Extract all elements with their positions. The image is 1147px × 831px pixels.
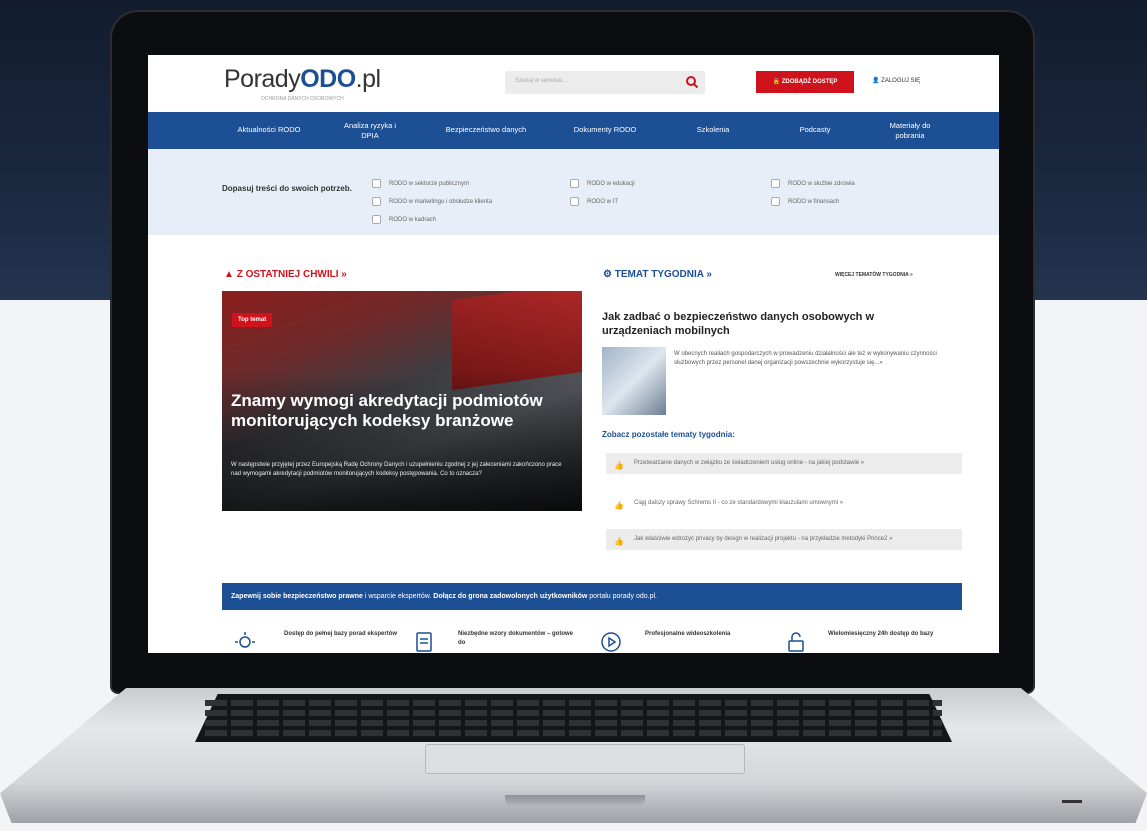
- top-topic-badge: Top temat: [232, 313, 273, 327]
- user-icon: 👤: [872, 78, 880, 84]
- checkbox-icon[interactable]: [372, 179, 381, 188]
- nav-item-aktualnosci[interactable]: Aktualności RODO: [226, 125, 312, 135]
- key-row: [205, 720, 942, 726]
- filter-checkbox[interactable]: RODO w sektorze publicznym: [372, 179, 469, 188]
- banner-strong: Dołącz do grona zadowolonych użytkownikó…: [433, 593, 588, 600]
- nav-item-podcasty[interactable]: Podcasty: [785, 125, 845, 135]
- logo-tagline: OCHRONA DANYCH OSOBOWYCH: [261, 96, 344, 102]
- checkbox-icon[interactable]: [372, 197, 381, 206]
- filter-label: RODO w służbie zdrowia: [788, 181, 855, 188]
- laptop-screen: PoradyODO.pl OCHRONA DANYCH OSOBOWYCH Sz…: [148, 55, 999, 653]
- other-topic-item[interactable]: 👍 Jak właściwie wdrożyć privacy by design…: [606, 529, 962, 550]
- search-placeholder: Szukaj w serwisie...: [515, 78, 568, 84]
- lightbulb-icon: [235, 632, 255, 648]
- checkbox-icon[interactable]: [771, 179, 780, 188]
- lid-notch: [505, 795, 645, 807]
- topic-thumbnail[interactable]: [602, 347, 666, 415]
- filter-title: Dopasuj treści do swoich potrzeb.: [222, 184, 352, 193]
- thumbs-up-icon: 👍: [614, 461, 624, 470]
- main-nav: Aktualności RODO Analiza ryzyka i DPIA B…: [148, 112, 999, 149]
- filter-checkbox[interactable]: RODO w IT: [570, 197, 618, 206]
- filter-label: RODO w IT: [587, 199, 618, 206]
- get-access-label: ZDOBĄDŹ DOSTĘP: [781, 79, 838, 85]
- filter-label: RODO w sektorze publicznym: [389, 181, 470, 188]
- filter-label: RODO w finansach: [788, 199, 840, 206]
- feature-text: Niezbędne wzory dokumentów – gotowe do: [458, 631, 574, 646]
- filter-label: RODO w marketingu i obsłudze klienta: [389, 199, 493, 206]
- topic-article-excerpt: W obecnych realiach gospodarczych w prow…: [674, 351, 937, 366]
- warning-icon: ▲: [224, 269, 234, 280]
- nav-item-dokumenty[interactable]: Dokumenty RODO: [560, 125, 650, 135]
- logo-tld: .pl: [355, 65, 381, 93]
- nav-item-materialy[interactable]: Materiały do pobrania: [875, 121, 945, 141]
- trackpad: [425, 744, 745, 774]
- site-logo[interactable]: PoradyODO.pl: [224, 65, 381, 94]
- nav-item-analiza[interactable]: Analiza ryzyka i DPIA: [335, 121, 405, 141]
- filter-checkbox[interactable]: RODO w marketingu i obsłudze klienta: [372, 197, 492, 206]
- gear-icon: ⚙: [603, 269, 612, 280]
- checkbox-icon[interactable]: [372, 215, 381, 224]
- banner-text: portalu porady odo.pl.: [587, 593, 657, 600]
- topic-heading[interactable]: ⚙ TEMAT TYGODNIA »: [603, 269, 712, 280]
- key-row: [205, 730, 942, 736]
- logo-brand: ODO: [300, 65, 356, 93]
- filter-checkbox[interactable]: RODO w służbie zdrowia: [771, 179, 855, 188]
- search-icon[interactable]: [685, 75, 699, 89]
- filter-label: RODO w edukacji: [587, 181, 635, 188]
- checkbox-icon[interactable]: [771, 197, 780, 206]
- more-topics-link[interactable]: WIĘCEJ TEMATÓW TYGODNIA »: [835, 272, 913, 278]
- hero-article[interactable]: Top temat Znamy wymogi akredytacji podmi…: [222, 291, 582, 511]
- banner-strong: Zapewnij sobie bezpieczeństwo prawne: [231, 593, 363, 600]
- thumbs-up-icon: 👍: [614, 537, 624, 546]
- latest-heading[interactable]: ▲ Z OSTATNIEJ CHWILI »: [224, 269, 347, 280]
- latest-heading-text: Z OSTATNIEJ CHWILI »: [236, 269, 347, 280]
- hero-excerpt: W następstwie przyjętej przez Europejską…: [231, 462, 562, 477]
- other-topic-label: Ciąg dalszy sprawy Schrems II - co ze st…: [634, 500, 844, 506]
- site-header: PoradyODO.pl OCHRONA DANYCH OSOBOWYCH Sz…: [148, 55, 999, 112]
- key-row: [205, 700, 942, 706]
- document-icon: [416, 632, 432, 652]
- topic-heading-text: TEMAT TYGODNIA »: [614, 269, 712, 280]
- feature-text: Dostęp do pełnej bazy porad ekspertów: [284, 631, 398, 637]
- filter-checkbox[interactable]: RODO w kadrach: [372, 215, 436, 224]
- other-topic-label: Przetwarzanie danych w związku ze świadc…: [634, 460, 865, 466]
- topic-article-title[interactable]: Jak zadbać o bezpieczeństwo danych osobo…: [602, 310, 942, 338]
- filter-checkbox[interactable]: RODO w finansach: [771, 197, 839, 206]
- search-input[interactable]: Szukaj w serwisie...: [505, 71, 705, 94]
- banner-text: i wsparcie ekspertów.: [362, 593, 434, 600]
- other-topic-item[interactable]: 👍 Przetwarzanie danych w związku ze świad…: [606, 453, 962, 474]
- logo-text: Porady: [224, 65, 301, 93]
- checkbox-icon[interactable]: [570, 197, 579, 206]
- login-label: ZALOGUJ SIĘ: [881, 78, 921, 84]
- unlock-icon: [788, 632, 804, 652]
- filter-label: RODO w kadrach: [389, 217, 437, 224]
- feature-text: Wielomiesięczny 24h dostęp do bazy: [828, 631, 934, 637]
- see-other-heading: Zobacz pozostałe tematy tygodnia:: [602, 430, 735, 439]
- other-topic-label: Jak właściwie wdrożyć privacy by design …: [634, 536, 893, 542]
- cta-banner[interactable]: Zapewnij sobie bezpieczeństwo prawne i w…: [222, 583, 962, 610]
- status-led: [1062, 800, 1082, 803]
- login-link[interactable]: 👤 ZALOGUJ SIĘ: [872, 77, 920, 84]
- key-row: [205, 710, 942, 716]
- hero-title[interactable]: Znamy wymogi akredytacji podmiotów monit…: [231, 391, 571, 431]
- nav-item-bezpieczenstwo[interactable]: Bezpieczeństwo danych: [428, 125, 544, 135]
- thumbs-up-icon: 👍: [614, 501, 624, 510]
- lock-icon: 🔒: [772, 79, 781, 85]
- nav-item-szkolenia[interactable]: Szkolenia: [683, 125, 743, 135]
- feature-text: Profesjonalne wideoszkolenia: [645, 631, 731, 637]
- get-access-button[interactable]: 🔒 ZDOBĄDŹ DOSTĘP: [756, 71, 854, 93]
- play-icon: [601, 632, 621, 652]
- other-topic-item[interactable]: 👍 Ciąg dalszy sprawy Schrems II - co ze s…: [606, 493, 962, 514]
- filter-checkbox[interactable]: RODO w edukacji: [570, 179, 635, 188]
- checkbox-icon[interactable]: [570, 179, 579, 188]
